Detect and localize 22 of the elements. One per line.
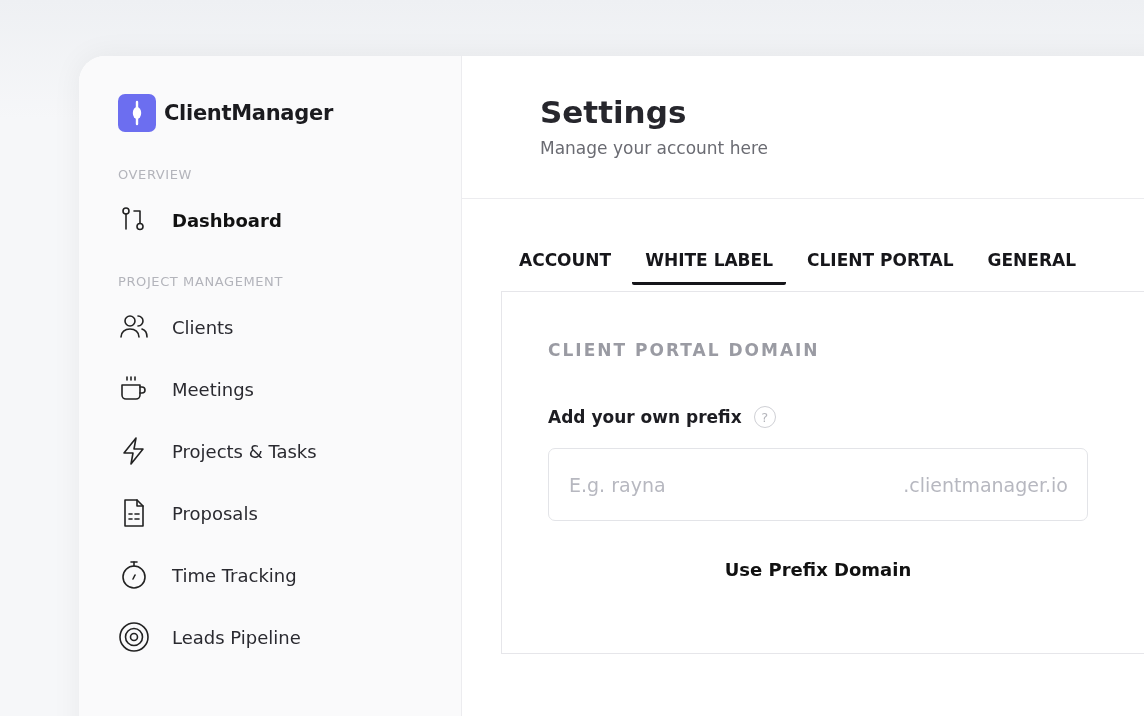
field-label: Add your own prefix [548,407,742,427]
nav-item[interactable]: Meetings [118,371,418,407]
use-prefix-domain-button[interactable]: Use Prefix Domain [724,559,912,580]
target-icon [118,621,150,653]
nav-item[interactable]: Projects & Tasks [118,433,418,469]
nav-item[interactable]: Dashboard [118,202,418,238]
tab[interactable]: GENERAL [974,244,1090,285]
nav-item[interactable]: Leads Pipeline [118,619,418,655]
section-heading: OVERVIEW [118,167,194,182]
card-heading: CLIENT PORTAL DOMAIN [548,340,821,360]
page-subtitle: Manage your account here [540,138,769,158]
tab[interactable]: WHITE LABEL [632,244,787,285]
section-heading: PROJECT MANAGEMENT [118,274,284,289]
tab[interactable]: CLIENT PORTAL [794,244,967,285]
logo-icon [118,94,156,132]
brand-name: ClientManager [164,101,333,125]
domain-suffix: .clientmanager.io [903,473,1068,496]
tab[interactable]: ACCOUNT [506,244,625,285]
nav-item[interactable]: Proposals [118,495,418,531]
nav-item[interactable]: Clients [118,309,418,345]
page-title: Settings [540,94,688,130]
nav-item[interactable]: Time Tracking [118,557,418,593]
